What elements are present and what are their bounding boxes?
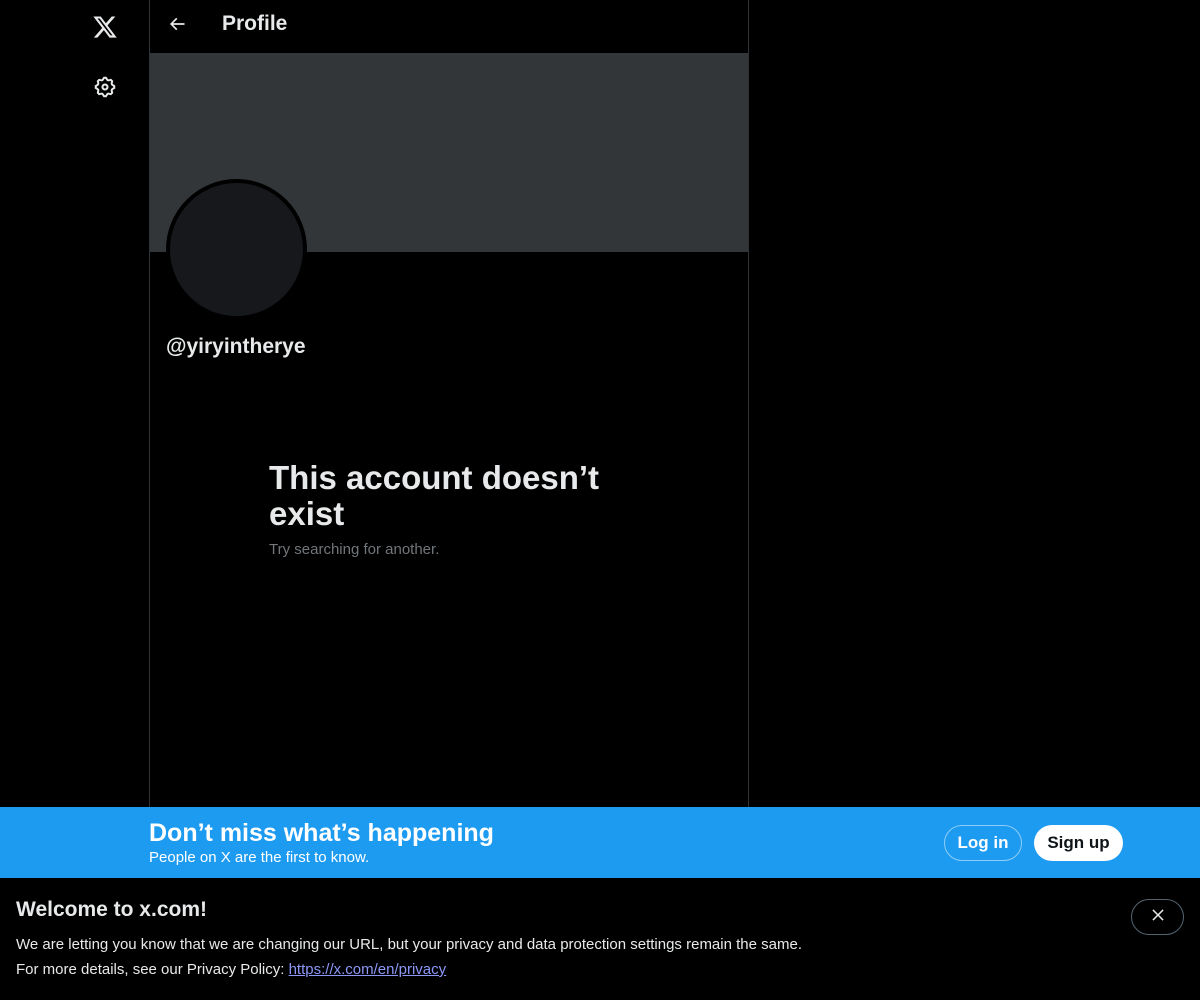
- empty-state-subtitle: Try searching for another.: [269, 541, 440, 558]
- page-title: Profile: [222, 12, 288, 35]
- notice-text: We are letting you know that we are chan…: [16, 936, 802, 953]
- close-icon: [1149, 906, 1167, 929]
- url-change-notice: Welcome to x.com! We are letting you kno…: [0, 878, 1200, 1000]
- profile-handle: @yiryintherye: [166, 335, 306, 358]
- notice-privacy-prefix: For more details, see our Privacy Policy…: [16, 961, 289, 978]
- empty-state: This account doesn’t exist Try searching…: [269, 459, 609, 559]
- login-button[interactable]: Log in: [944, 825, 1022, 861]
- signup-button[interactable]: Sign up: [1034, 825, 1123, 861]
- x-logo-icon[interactable]: [87, 9, 123, 45]
- notice-close-button[interactable]: [1131, 899, 1184, 935]
- signup-bar-subtitle: People on X are the first to know.: [149, 849, 370, 866]
- avatar: [166, 179, 307, 320]
- arrow-left-icon: [167, 14, 187, 39]
- notice-title: Welcome to x.com!: [16, 898, 207, 921]
- signup-bar-title: Don’t miss what’s happening: [149, 819, 494, 847]
- privacy-policy-link[interactable]: https://x.com/en/privacy: [289, 961, 447, 978]
- notice-privacy-line: For more details, see our Privacy Policy…: [16, 961, 446, 978]
- back-button[interactable]: [160, 9, 194, 43]
- empty-state-title: This account doesn’t exist: [269, 459, 600, 532]
- signup-bar: Don’t miss what’s happening People on X …: [0, 807, 1200, 878]
- gear-icon[interactable]: [87, 69, 123, 105]
- app-root: Profile @yiryintherye This account doesn…: [0, 0, 1200, 1000]
- profile-header: Profile: [150, 0, 748, 53]
